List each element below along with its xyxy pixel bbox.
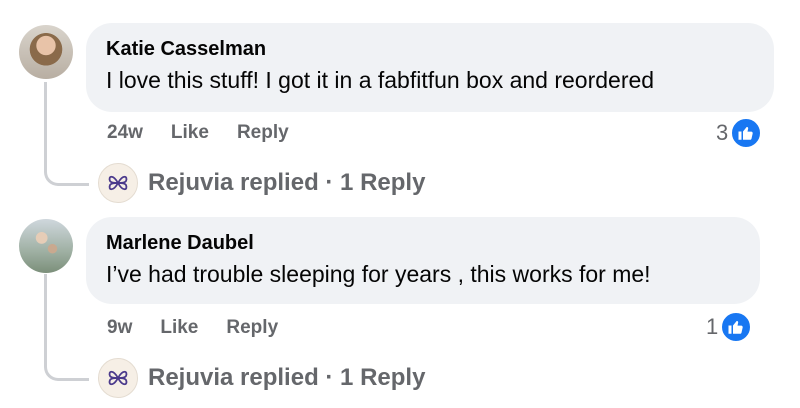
avatar[interactable] — [19, 25, 73, 79]
reaction-count: 1 — [706, 314, 719, 339]
like-button[interactable]: Like — [160, 317, 198, 339]
reply-button[interactable]: Reply — [226, 317, 278, 339]
replies-summary: Rejuvia replied · 1 Reply — [148, 364, 426, 391]
rejuvia-logo-icon — [98, 358, 138, 398]
thread-connector — [44, 274, 89, 381]
reaction-summary[interactable]: 3 — [716, 117, 763, 149]
comment-text: I’ve had trouble sleeping for years , th… — [106, 261, 651, 287]
avatar[interactable] — [19, 219, 73, 273]
reaction-count: 3 — [716, 120, 729, 145]
comment-actions: 9w Like Reply — [107, 317, 278, 339]
thread-connector — [44, 82, 89, 186]
view-replies-link[interactable]: Rejuvia replied · 1 Reply — [98, 358, 425, 398]
view-replies-link[interactable]: Rejuvia replied · 1 Reply — [98, 163, 425, 203]
comment-bubble: Katie Casselman I love this stuff! I got… — [86, 23, 774, 112]
comment-text: I love this stuff! I got it in a fabfitf… — [106, 67, 655, 93]
thumbs-up-icon — [730, 117, 763, 149]
comment-timestamp[interactable]: 24w — [107, 122, 143, 144]
reply-button[interactable]: Reply — [237, 122, 289, 144]
like-button[interactable]: Like — [171, 122, 209, 144]
comment-bubble: Marlene Daubel I’ve had trouble sleeping… — [86, 217, 760, 304]
rejuvia-logo-icon — [98, 163, 138, 203]
comment-timestamp[interactable]: 9w — [107, 317, 132, 339]
thumbs-up-icon — [720, 311, 753, 343]
comment-actions: 24w Like Reply — [107, 122, 289, 144]
comment-author[interactable]: Katie Casselman — [106, 37, 754, 61]
reaction-summary[interactable]: 1 — [706, 311, 753, 343]
replies-summary: Rejuvia replied · 1 Reply — [148, 169, 426, 196]
comment-author[interactable]: Marlene Daubel — [106, 231, 740, 255]
